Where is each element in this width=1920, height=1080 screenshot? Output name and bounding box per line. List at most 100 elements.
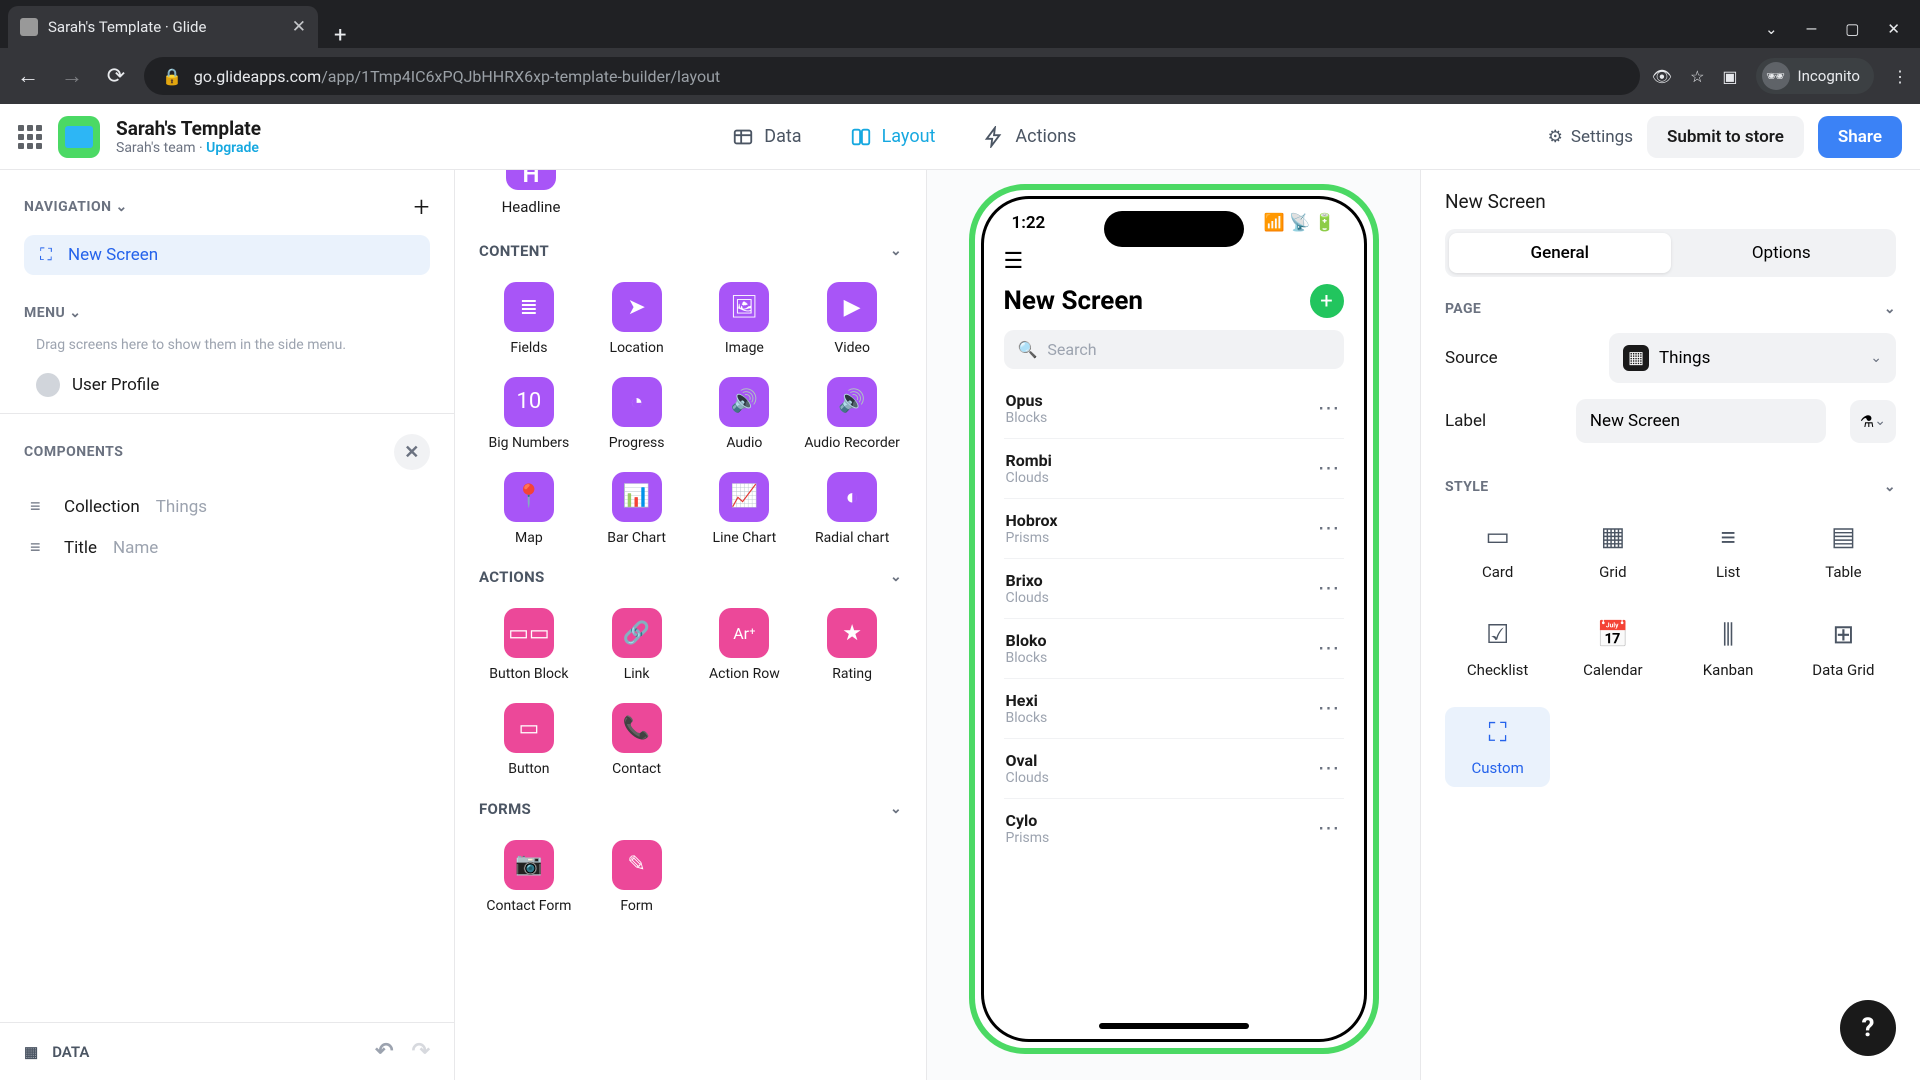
eye-off-icon[interactable]: 👁 — [1652, 67, 1672, 86]
more-icon[interactable]: ⋯ — [1318, 516, 1342, 541]
user-profile-item[interactable]: User Profile — [24, 367, 430, 403]
more-icon[interactable]: ⋯ — [1318, 396, 1342, 421]
component-map[interactable]: 📍Map — [477, 466, 581, 553]
reload-button[interactable]: ⟳ — [100, 64, 132, 89]
component-button-block[interactable]: ▭▭Button Block — [477, 602, 581, 689]
url-input[interactable]: 🔒 go.glideapps.com/app/1Tmp4IC6xPQJbHHRX… — [144, 57, 1640, 95]
component-button[interactable]: ▭Button — [477, 697, 581, 784]
more-icon[interactable]: ⋯ — [1318, 696, 1342, 721]
chevron-down-icon: ⌄ — [1884, 479, 1896, 495]
flask-button[interactable]: ⚗⌄ — [1850, 400, 1896, 443]
undo-button[interactable]: ↶ — [375, 1039, 393, 1064]
component-audio-recorder[interactable]: 🔊Audio Recorder — [800, 371, 904, 458]
component-action-row[interactable]: Ar⁺Action Row — [693, 602, 797, 689]
style-data-grid[interactable]: ⊞Data Grid — [1791, 609, 1896, 689]
tab-options[interactable]: Options — [1671, 233, 1893, 273]
data-footer[interactable]: ▦ DATA ↶ ↷ — [0, 1022, 454, 1080]
component-headline[interactable]: H Headline — [477, 170, 585, 216]
close-components-button[interactable]: ✕ — [394, 434, 430, 470]
content-section-header[interactable]: CONTENT⌄ — [477, 226, 904, 276]
component-collection[interactable]: ≡ Collection Things — [24, 486, 430, 527]
more-icon[interactable]: ⋯ — [1318, 756, 1342, 781]
menu-icon[interactable]: ⋮ — [1892, 67, 1908, 86]
tab-layout[interactable]: Layout — [832, 116, 954, 158]
list-item[interactable]: OvalClouds⋯ — [1004, 739, 1344, 799]
forward-button[interactable]: → — [56, 63, 88, 89]
list-item[interactable]: HexiBlocks⋯ — [1004, 679, 1344, 739]
star-icon[interactable]: ☆ — [1690, 67, 1704, 86]
more-icon[interactable]: ⋯ — [1318, 576, 1342, 601]
tab-general[interactable]: General — [1449, 233, 1671, 273]
list-item[interactable]: HobroxPrisms⋯ — [1004, 499, 1344, 559]
search-input[interactable]: 🔍 Search — [1004, 330, 1344, 369]
more-icon[interactable]: ⋯ — [1318, 456, 1342, 481]
close-tab-icon[interactable]: ✕ — [292, 17, 306, 37]
component-image[interactable]: 🖼Image — [693, 276, 797, 363]
component-audio[interactable]: 🔊Audio — [693, 371, 797, 458]
source-dropdown[interactable]: ▦Things ⌄ — [1609, 333, 1896, 383]
list-item[interactable]: RombiClouds⋯ — [1004, 439, 1344, 499]
list-item[interactable]: BlokoBlocks⋯ — [1004, 619, 1344, 679]
navigation-header[interactable]: NAVIGATION ⌄ + — [24, 190, 430, 223]
component-contact-form[interactable]: 📷Contact Form — [477, 834, 581, 921]
component-video[interactable]: ▶Video — [800, 276, 904, 363]
extensions-icon[interactable]: ▣ — [1722, 67, 1737, 86]
more-icon[interactable]: ⋯ — [1318, 636, 1342, 661]
component-fields[interactable]: ≣Fields — [477, 276, 581, 363]
component-link[interactable]: 🔗Link — [585, 602, 689, 689]
component-big-numbers[interactable]: 10Big Numbers — [477, 371, 581, 458]
style-grid[interactable]: ▦Grid — [1560, 511, 1665, 591]
minimize-icon[interactable]: — — [1806, 20, 1818, 38]
upgrade-link[interactable]: Upgrade — [206, 140, 259, 156]
page-section-header[interactable]: PAGE⌄ — [1445, 301, 1896, 317]
app-logo[interactable] — [58, 116, 100, 158]
actions-section-header[interactable]: ACTIONS⌄ — [477, 552, 904, 602]
component-rating[interactable]: ★Rating — [800, 602, 904, 689]
label-input[interactable] — [1576, 399, 1826, 443]
avatar-icon — [36, 373, 60, 397]
nav-item-new-screen[interactable]: ⛶ New Screen — [24, 235, 430, 275]
component-bar-chart[interactable]: 📊Bar Chart — [585, 466, 689, 553]
close-window-icon[interactable]: ✕ — [1887, 20, 1900, 38]
component-progress[interactable]: ◔Progress — [585, 371, 689, 458]
list-item[interactable]: OpusBlocks⋯ — [1004, 379, 1344, 439]
style-list[interactable]: ≡List — [1676, 511, 1781, 591]
more-icon[interactable]: ⋯ — [1318, 816, 1342, 841]
browser-tab[interactable]: Sarah's Template · Glide ✕ — [8, 6, 318, 48]
tab-title: Sarah's Template · Glide — [48, 18, 206, 36]
maximize-icon[interactable]: ▢ — [1845, 20, 1859, 38]
component-title[interactable]: ≡ Title Name — [24, 527, 430, 568]
incognito-badge[interactable]: 🕶 Incognito — [1756, 58, 1874, 94]
apps-grid-icon[interactable] — [18, 125, 42, 149]
chevron-down-icon[interactable]: ⌄ — [1765, 20, 1778, 38]
add-screen-button[interactable]: + — [414, 190, 430, 223]
list-item[interactable]: BrixoClouds⋯ — [1004, 559, 1344, 619]
help-button[interactable]: ? — [1840, 1000, 1896, 1056]
component-form[interactable]: ✎Form — [585, 834, 689, 921]
component-location[interactable]: ➤Location — [585, 276, 689, 363]
tab-data[interactable]: Data — [714, 116, 819, 158]
preview-area: 1:22 📶 📡 🔋 ☰ New Screen + 🔍 Search OpusB… — [927, 170, 1420, 1080]
style-custom[interactable]: ⛶Custom — [1445, 707, 1550, 787]
share-button[interactable]: Share — [1818, 116, 1902, 158]
style-section-header[interactable]: STYLE⌄ — [1445, 479, 1896, 495]
tab-actions[interactable]: Actions — [965, 116, 1094, 158]
forms-section-header[interactable]: FORMS⌄ — [477, 784, 904, 834]
hamburger-icon[interactable]: ☰ — [1004, 249, 1344, 274]
new-tab-button[interactable]: + — [318, 23, 362, 48]
back-button[interactable]: ← — [12, 63, 44, 89]
style-checklist[interactable]: ☑Checklist — [1445, 609, 1550, 689]
add-fab-button[interactable]: + — [1310, 284, 1344, 318]
settings-button[interactable]: ⚙Settings — [1548, 127, 1633, 147]
style-kanban[interactable]: ⫼Kanban — [1676, 609, 1781, 689]
component-line-chart[interactable]: 📈Line Chart — [693, 466, 797, 553]
style-table[interactable]: ▤Table — [1791, 511, 1896, 591]
redo-button[interactable]: ↷ — [412, 1039, 430, 1064]
list-item[interactable]: CyloPrisms⋯ — [1004, 799, 1344, 858]
component-radial-chart[interactable]: ◐Radial chart — [800, 466, 904, 553]
menu-header[interactable]: MENU ⌄ — [24, 305, 430, 321]
style-card[interactable]: ▭Card — [1445, 511, 1550, 591]
style-calendar[interactable]: 📅Calendar — [1560, 609, 1665, 689]
component-contact[interactable]: 📞Contact — [585, 697, 689, 784]
submit-to-store-button[interactable]: Submit to store — [1647, 116, 1804, 158]
